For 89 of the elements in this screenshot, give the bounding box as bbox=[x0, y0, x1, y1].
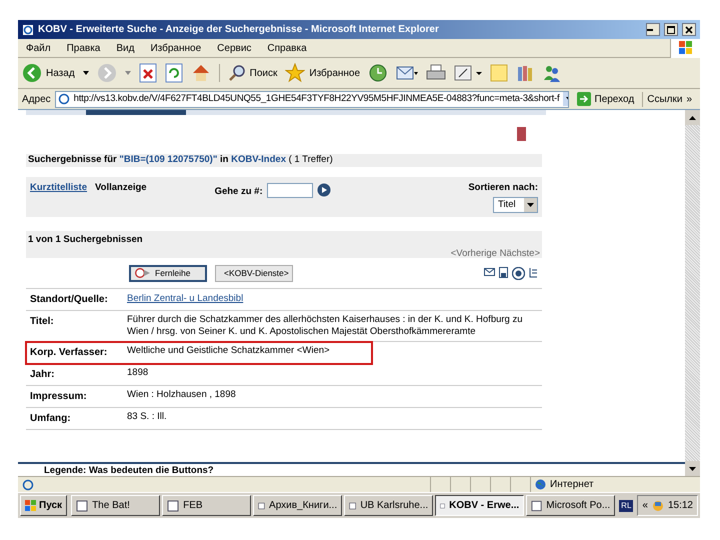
field-label: Impressum: bbox=[30, 390, 88, 404]
address-label: Адрес bbox=[22, 92, 51, 106]
windows-logo-icon bbox=[25, 500, 37, 512]
field-label: Standort/Quelle: bbox=[30, 293, 109, 307]
browser-icon bbox=[22, 24, 34, 36]
window-title: KOBV - Erweiterte Suche - Anzeige der Suchergebnisse - Microsoft Internet Explorer bbox=[38, 23, 440, 37]
books-icon[interactable] bbox=[516, 64, 534, 82]
window-icon bbox=[167, 500, 180, 512]
page-icon bbox=[22, 478, 34, 490]
minimize-icon bbox=[647, 28, 653, 30]
menu-item[interactable]: Справка bbox=[267, 40, 307, 56]
field-value: Weltliche und Geistliche Schatzkammer <Wien> bbox=[127, 345, 331, 358]
favorites-button[interactable]: Избранное bbox=[285, 63, 360, 83]
edit-icon[interactable] bbox=[454, 64, 482, 82]
globe-icon bbox=[535, 479, 546, 490]
taskbar-button[interactable]: KOBV - Erwe... bbox=[435, 495, 524, 516]
goto-label: Gehe zu #: bbox=[214, 185, 263, 199]
language-indicator[interactable]: RL bbox=[619, 500, 634, 512]
sort-select[interactable]: Titel bbox=[493, 197, 538, 214]
star-icon bbox=[285, 63, 306, 83]
circle-arrow-icon bbox=[135, 268, 151, 278]
dropdown-icon bbox=[524, 198, 537, 212]
field-value: Wien : Holzhausen , 1898 bbox=[127, 389, 237, 402]
pager-link[interactable]: <Vorherige Nächste> bbox=[450, 247, 540, 262]
refresh-icon[interactable] bbox=[164, 63, 183, 83]
sort-label: Sortieren nach: bbox=[468, 181, 538, 195]
clock: 15:12 bbox=[668, 499, 693, 513]
maximize-icon bbox=[667, 26, 675, 34]
window-icon bbox=[76, 500, 88, 512]
scroll-up-icon[interactable] bbox=[689, 116, 696, 120]
scrollbar[interactable] bbox=[685, 110, 700, 476]
result-position: 1 von 1 Suchergebnissen bbox=[28, 233, 144, 247]
close-button[interactable] bbox=[682, 23, 696, 36]
menu-item[interactable]: Файл bbox=[26, 40, 51, 56]
window-icon bbox=[531, 500, 542, 512]
caret-icon[interactable] bbox=[82, 71, 89, 75]
security-zone: Интернет bbox=[550, 478, 594, 492]
marker bbox=[517, 127, 526, 141]
field-label: Jahr: bbox=[30, 368, 56, 382]
taskbar-button[interactable]: Microsoft Po... bbox=[526, 495, 616, 516]
menu-item[interactable]: Сервис bbox=[217, 40, 252, 56]
taskbar-button[interactable]: The Bat! bbox=[71, 495, 160, 516]
scroll-down-icon[interactable] bbox=[689, 466, 696, 470]
search-button[interactable]: Поиск bbox=[218, 64, 278, 82]
home-icon[interactable] bbox=[190, 63, 211, 83]
menu-item[interactable]: Вид bbox=[116, 40, 134, 56]
save-icon[interactable] bbox=[499, 266, 508, 278]
field-value: Führer durch die Schatzkammer des allerhöchsten Kaiserhauses : in der K. und K. Hofburg zu Wien / hrsg. von Seiner K. und K. Apostolischen Majestät Obersthofkämmereramte bbox=[127, 314, 524, 338]
close-icon bbox=[685, 26, 693, 34]
action-button[interactable]: <KOBV-Dienste> bbox=[215, 264, 293, 282]
mail-icon[interactable] bbox=[484, 266, 495, 276]
action-button[interactable]: Fernleihe bbox=[129, 264, 207, 282]
field-value: 83 S. : Ill. bbox=[127, 411, 168, 424]
links-label[interactable]: Ссылки bbox=[642, 92, 682, 106]
view-tab[interactable]: Kurztitelliste bbox=[30, 181, 88, 196]
menu-item[interactable]: Правка bbox=[66, 40, 100, 56]
taskbar-button[interactable]: FEB bbox=[162, 495, 252, 516]
field-link[interactable]: Berlin Zentral- u Landesbibl bbox=[127, 292, 244, 307]
people-icon[interactable] bbox=[542, 64, 562, 82]
minimize-button[interactable] bbox=[646, 23, 660, 36]
maximize-button[interactable] bbox=[664, 23, 678, 36]
chevron-button[interactable]: » bbox=[686, 92, 696, 106]
go-arrow-icon bbox=[576, 92, 590, 106]
stop-icon[interactable] bbox=[138, 63, 157, 83]
results-heading: Suchergebnisse für "BIB=(109 12075750)" in KOBV-Index ( 1 Treffer) bbox=[28, 153, 333, 168]
tray-app-icon[interactable] bbox=[652, 500, 664, 512]
list-icon[interactable] bbox=[529, 266, 538, 278]
back-button[interactable]: Назад bbox=[22, 63, 75, 83]
field-label: Korp. Verfasser: bbox=[30, 346, 108, 360]
page-icon bbox=[58, 93, 70, 105]
field-value: 1898 bbox=[127, 367, 150, 380]
printer-icon[interactable] bbox=[426, 64, 446, 82]
mail-icon[interactable] bbox=[396, 64, 418, 82]
address-field[interactable]: http://vs13.kobv.de/V/4F627FT4BLD45UNQ55_1GHE54F3TYF8H22YV95M5HFJINMEA5E-04883?func=meta-3&short-f bbox=[54, 90, 568, 108]
search-icon bbox=[228, 64, 246, 82]
taskbar-button[interactable]: Архив_Книги... bbox=[253, 495, 342, 516]
goto-field[interactable] bbox=[266, 183, 313, 198]
go-button[interactable]: Переход bbox=[572, 92, 638, 106]
legend-link[interactable]: Legende: Was bedeuten die Buttons? bbox=[44, 465, 214, 476]
window-icon bbox=[349, 500, 356, 512]
menu-item[interactable]: Избранное bbox=[150, 40, 202, 56]
field-label: Umfang: bbox=[30, 412, 72, 426]
tray-expand-button[interactable]: « bbox=[642, 498, 648, 513]
start-button[interactable]: Пуск bbox=[20, 495, 68, 516]
field-label: Titel: bbox=[30, 315, 55, 329]
view-tab[interactable]: Vollanzeige bbox=[95, 181, 147, 196]
taskbar-button[interactable]: UB Karlsruhe... bbox=[344, 495, 434, 516]
help-icon[interactable] bbox=[512, 266, 525, 280]
history-icon[interactable] bbox=[368, 63, 388, 83]
